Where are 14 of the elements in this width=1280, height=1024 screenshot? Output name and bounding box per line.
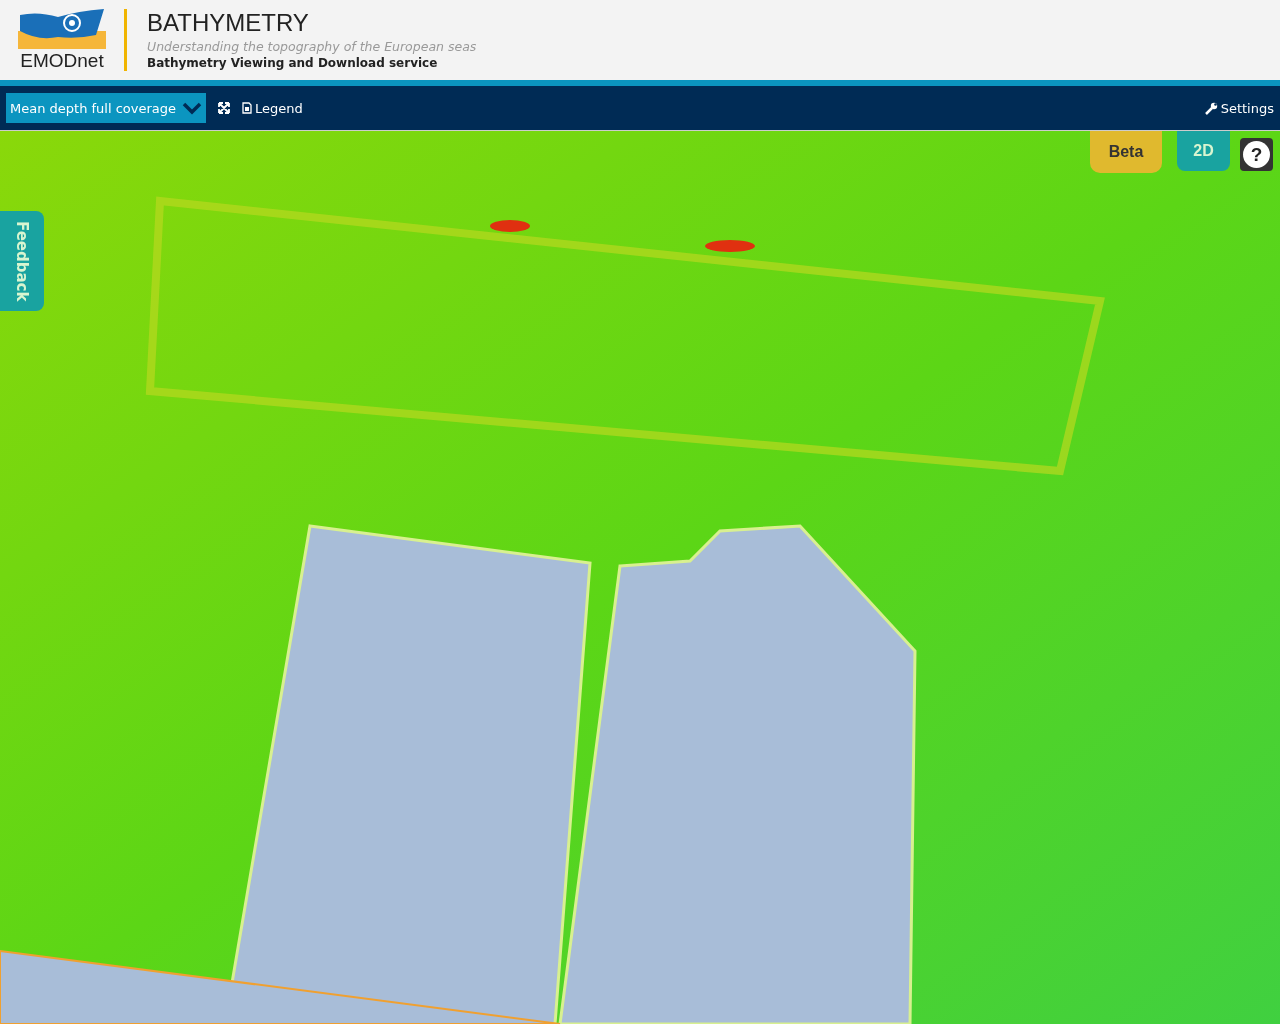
settings-button[interactable]: Settings [1204, 100, 1274, 116]
page-title: BATHYMETRY [147, 10, 310, 36]
logo-icon [18, 8, 106, 49]
logo-text: EMODnet [20, 49, 104, 72]
help-button[interactable]: ? [1240, 138, 1273, 171]
beta-button[interactable]: Beta [1090, 131, 1162, 173]
service-name: Bathymetry Viewing and Download service [147, 56, 439, 70]
subtitle: Understanding the topography of the European seas [147, 39, 477, 54]
fullscreen-icon[interactable] [218, 102, 231, 114]
chevron-down-icon [182, 101, 203, 115]
legend-button[interactable]: Legend [242, 100, 303, 116]
wrench-icon [1204, 101, 1218, 115]
document-icon [242, 102, 253, 114]
layer-select[interactable]: Mean depth full coverage [6, 93, 207, 123]
